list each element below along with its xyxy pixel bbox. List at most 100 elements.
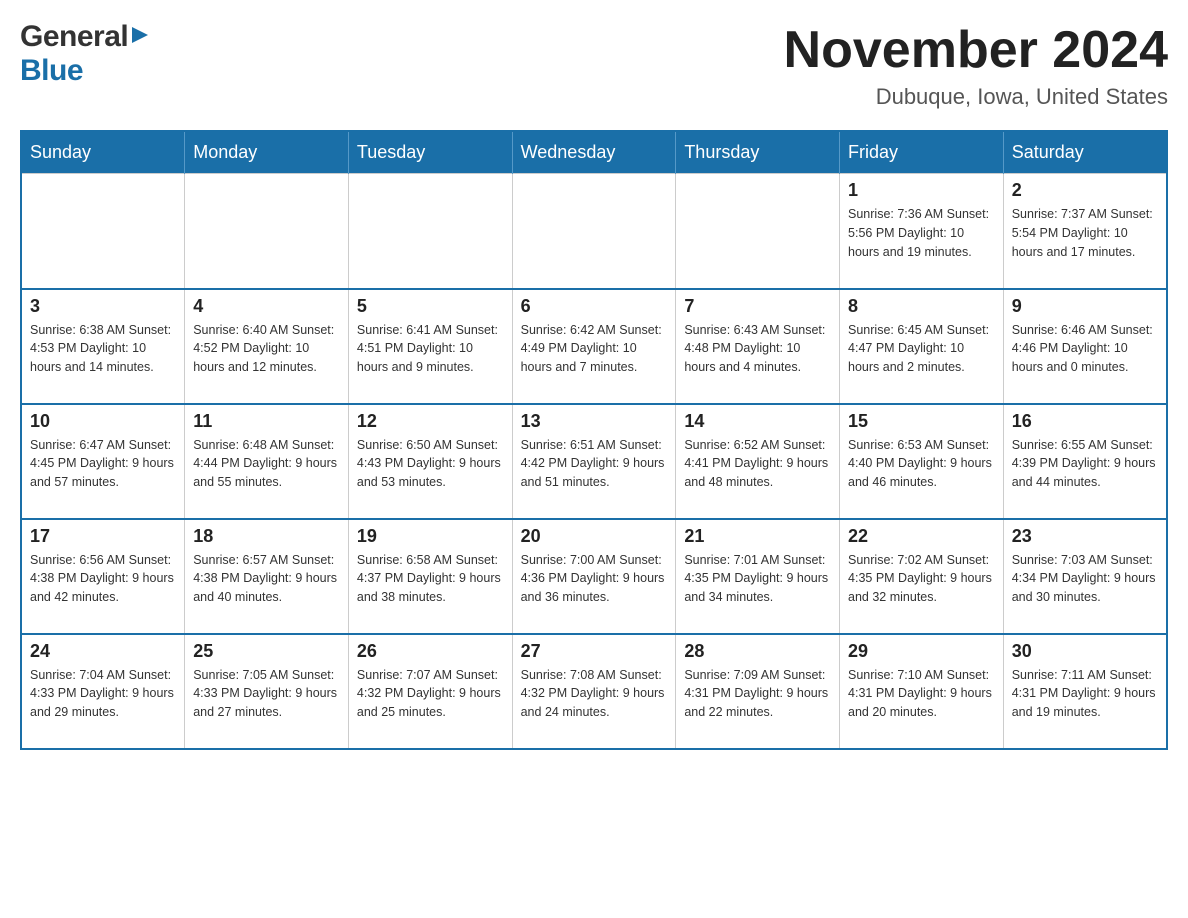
- day-info: Sunrise: 6:41 AM Sunset: 4:51 PM Dayligh…: [357, 321, 504, 377]
- day-number: 25: [193, 641, 340, 662]
- calendar-empty-cell: [676, 174, 840, 289]
- calendar-day-13: 13 Sunrise: 6:51 AM Sunset: 4:42 PM Dayli…: [512, 404, 676, 519]
- day-number: 2: [1012, 180, 1158, 201]
- day-info: Sunrise: 6:46 AM Sunset: 4:46 PM Dayligh…: [1012, 321, 1158, 377]
- title-block: November 2024 Dubuque, Iowa, United Stat…: [784, 20, 1168, 110]
- calendar-day-15: 15Sunrise: 6:53 AM Sunset: 4:40 PM Dayli…: [840, 404, 1004, 519]
- day-number: 17: [30, 526, 176, 547]
- day-info: Sunrise: 7:36 AM Sunset: 5:56 PM Dayligh…: [848, 205, 995, 261]
- calendar-day-9: 9 Sunrise: 6:46 AM Sunset: 4:46 PM Daylig…: [1003, 289, 1167, 404]
- calendar-header-saturday: Saturday: [1003, 131, 1167, 174]
- day-number: 8: [848, 296, 995, 317]
- calendar-day-30: 30 Sunrise: 7:11 AM Sunset: 4:31 PM Dayli…: [1003, 634, 1167, 749]
- day-number: 12: [357, 411, 504, 432]
- day-number: 10: [30, 411, 176, 432]
- calendar-day-3: 3Sunrise: 6:38 AM Sunset: 4:53 PM Daylig…: [21, 289, 185, 404]
- day-info: Sunrise: 6:50 AM Sunset: 4:43 PM Dayligh…: [357, 436, 504, 492]
- day-number: 29: [848, 641, 995, 662]
- day-number: 26: [357, 641, 504, 662]
- day-info: Sunrise: 7:01 AM Sunset: 4:35 PM Dayligh…: [684, 551, 831, 607]
- day-info: Sunrise: 6:42 AM Sunset: 4:49 PM Dayligh…: [521, 321, 668, 377]
- page-title: November 2024: [784, 20, 1168, 80]
- calendar-day-2: 2 Sunrise: 7:37 AM Sunset: 5:54 PM Daylig…: [1003, 174, 1167, 289]
- day-number: 9: [1012, 296, 1158, 317]
- day-info: Sunrise: 6:58 AM Sunset: 4:37 PM Dayligh…: [357, 551, 504, 607]
- day-number: 21: [684, 526, 831, 547]
- day-number: 6: [521, 296, 668, 317]
- calendar-header-sunday: Sunday: [21, 131, 185, 174]
- day-info: Sunrise: 7:08 AM Sunset: 4:32 PM Dayligh…: [521, 666, 668, 722]
- day-info: Sunrise: 6:57 AM Sunset: 4:38 PM Dayligh…: [193, 551, 340, 607]
- calendar-table: SundayMondayTuesdayWednesdayThursdayFrid…: [20, 130, 1168, 750]
- calendar-header-monday: Monday: [185, 131, 349, 174]
- calendar-day-1: 1 Sunrise: 7:36 AM Sunset: 5:56 PM Daylig…: [840, 174, 1004, 289]
- calendar-day-7: 7 Sunrise: 6:43 AM Sunset: 4:48 PM Daylig…: [676, 289, 840, 404]
- day-number: 27: [521, 641, 668, 662]
- day-info: Sunrise: 6:52 AM Sunset: 4:41 PM Dayligh…: [684, 436, 831, 492]
- calendar-day-23: 23Sunrise: 7:03 AM Sunset: 4:34 PM Dayli…: [1003, 519, 1167, 634]
- calendar-week-row: 10 Sunrise: 6:47 AM Sunset: 4:45 PM Dayli…: [21, 404, 1167, 519]
- calendar-day-19: 19 Sunrise: 6:58 AM Sunset: 4:37 PM Dayli…: [348, 519, 512, 634]
- day-number: 20: [521, 526, 668, 547]
- calendar-day-5: 5Sunrise: 6:41 AM Sunset: 4:51 PM Daylig…: [348, 289, 512, 404]
- day-number: 1: [848, 180, 995, 201]
- day-number: 22: [848, 526, 995, 547]
- day-info: Sunrise: 6:47 AM Sunset: 4:45 PM Dayligh…: [30, 436, 176, 492]
- calendar-day-14: 14 Sunrise: 6:52 AM Sunset: 4:41 PM Dayli…: [676, 404, 840, 519]
- day-number: 19: [357, 526, 504, 547]
- logo: General Blue: [20, 20, 150, 88]
- calendar-day-12: 12 Sunrise: 6:50 AM Sunset: 4:43 PM Dayli…: [348, 404, 512, 519]
- calendar-empty-cell: [185, 174, 349, 289]
- day-info: Sunrise: 6:48 AM Sunset: 4:44 PM Dayligh…: [193, 436, 340, 492]
- calendar-week-row: 1 Sunrise: 7:36 AM Sunset: 5:56 PM Daylig…: [21, 174, 1167, 289]
- page-header: General Blue November 2024 Dubuque, Iowa…: [20, 20, 1168, 110]
- day-number: 18: [193, 526, 340, 547]
- day-info: Sunrise: 7:37 AM Sunset: 5:54 PM Dayligh…: [1012, 205, 1158, 261]
- calendar-empty-cell: [21, 174, 185, 289]
- calendar-day-6: 6 Sunrise: 6:42 AM Sunset: 4:49 PM Daylig…: [512, 289, 676, 404]
- calendar-day-17: 17Sunrise: 6:56 AM Sunset: 4:38 PM Dayli…: [21, 519, 185, 634]
- calendar-day-27: 27 Sunrise: 7:08 AM Sunset: 4:32 PM Dayli…: [512, 634, 676, 749]
- calendar-day-29: 29Sunrise: 7:10 AM Sunset: 4:31 PM Dayli…: [840, 634, 1004, 749]
- calendar-week-row: 3Sunrise: 6:38 AM Sunset: 4:53 PM Daylig…: [21, 289, 1167, 404]
- calendar-day-26: 26 Sunrise: 7:07 AM Sunset: 4:32 PM Dayli…: [348, 634, 512, 749]
- day-info: Sunrise: 6:43 AM Sunset: 4:48 PM Dayligh…: [684, 321, 831, 377]
- day-info: Sunrise: 7:00 AM Sunset: 4:36 PM Dayligh…: [521, 551, 668, 607]
- calendar-day-22: 22Sunrise: 7:02 AM Sunset: 4:35 PM Dayli…: [840, 519, 1004, 634]
- calendar-day-8: 8Sunrise: 6:45 AM Sunset: 4:47 PM Daylig…: [840, 289, 1004, 404]
- day-info: Sunrise: 7:05 AM Sunset: 4:33 PM Dayligh…: [193, 666, 340, 722]
- day-number: 11: [193, 411, 340, 432]
- logo-arrow-icon: [130, 25, 150, 50]
- day-info: Sunrise: 6:55 AM Sunset: 4:39 PM Dayligh…: [1012, 436, 1158, 492]
- day-info: Sunrise: 7:03 AM Sunset: 4:34 PM Dayligh…: [1012, 551, 1158, 607]
- calendar-header-row: SundayMondayTuesdayWednesdayThursdayFrid…: [21, 131, 1167, 174]
- day-info: Sunrise: 6:51 AM Sunset: 4:42 PM Dayligh…: [521, 436, 668, 492]
- calendar-header-thursday: Thursday: [676, 131, 840, 174]
- day-number: 14: [684, 411, 831, 432]
- day-number: 30: [1012, 641, 1158, 662]
- day-number: 13: [521, 411, 668, 432]
- calendar-header-friday: Friday: [840, 131, 1004, 174]
- calendar-day-20: 20 Sunrise: 7:00 AM Sunset: 4:36 PM Dayli…: [512, 519, 676, 634]
- calendar-empty-cell: [348, 174, 512, 289]
- day-number: 7: [684, 296, 831, 317]
- day-info: Sunrise: 6:38 AM Sunset: 4:53 PM Dayligh…: [30, 321, 176, 377]
- day-info: Sunrise: 7:07 AM Sunset: 4:32 PM Dayligh…: [357, 666, 504, 722]
- logo-general-text: General: [20, 20, 128, 54]
- calendar-day-4: 4Sunrise: 6:40 AM Sunset: 4:52 PM Daylig…: [185, 289, 349, 404]
- day-info: Sunrise: 7:11 AM Sunset: 4:31 PM Dayligh…: [1012, 666, 1158, 722]
- calendar-day-11: 11 Sunrise: 6:48 AM Sunset: 4:44 PM Dayli…: [185, 404, 349, 519]
- calendar-week-row: 24Sunrise: 7:04 AM Sunset: 4:33 PM Dayli…: [21, 634, 1167, 749]
- calendar-day-25: 25 Sunrise: 7:05 AM Sunset: 4:33 PM Dayli…: [185, 634, 349, 749]
- calendar-day-28: 28 Sunrise: 7:09 AM Sunset: 4:31 PM Dayli…: [676, 634, 840, 749]
- day-number: 16: [1012, 411, 1158, 432]
- day-info: Sunrise: 6:40 AM Sunset: 4:52 PM Dayligh…: [193, 321, 340, 377]
- calendar-day-24: 24Sunrise: 7:04 AM Sunset: 4:33 PM Dayli…: [21, 634, 185, 749]
- day-info: Sunrise: 7:09 AM Sunset: 4:31 PM Dayligh…: [684, 666, 831, 722]
- day-number: 24: [30, 641, 176, 662]
- page-subtitle: Dubuque, Iowa, United States: [784, 84, 1168, 110]
- day-info: Sunrise: 6:53 AM Sunset: 4:40 PM Dayligh…: [848, 436, 995, 492]
- logo-blue-text: Blue: [20, 54, 83, 87]
- day-number: 28: [684, 641, 831, 662]
- calendar-week-row: 17Sunrise: 6:56 AM Sunset: 4:38 PM Dayli…: [21, 519, 1167, 634]
